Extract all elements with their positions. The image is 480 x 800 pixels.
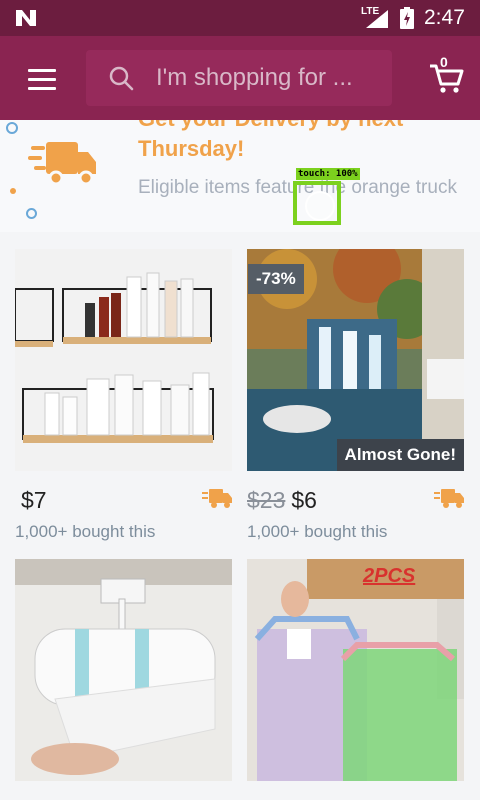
hamburger-menu-icon[interactable] bbox=[28, 69, 56, 90]
discount-badge: -73% bbox=[248, 264, 304, 294]
status-bar: LTE 2:47 bbox=[0, 0, 480, 36]
android-n-icon bbox=[16, 10, 36, 26]
product-image bbox=[15, 559, 232, 781]
fast-shipping-truck-icon bbox=[434, 489, 464, 508]
product-image: -73% Almost Gone! bbox=[247, 249, 464, 471]
app-bar: 0 bbox=[0, 36, 480, 120]
confetti-dot bbox=[26, 208, 37, 219]
delivery-banner[interactable]: Get your Delivery by next Thursday! Elig… bbox=[0, 120, 480, 232]
signal-icon bbox=[366, 10, 388, 28]
confetti-dot bbox=[10, 188, 16, 194]
search-icon bbox=[109, 66, 134, 91]
fast-shipping-truck-icon bbox=[202, 489, 232, 508]
product-image: 2PCS bbox=[247, 559, 464, 781]
product-image bbox=[15, 249, 232, 471]
bought-count: 1,000+ bought this bbox=[15, 522, 156, 541]
touch-indicator-label: touch: 100% bbox=[296, 168, 360, 180]
clock: 2:47 bbox=[424, 6, 465, 29]
bought-count: 1,000+ bought this bbox=[247, 522, 388, 541]
product-image-caption: 2PCS bbox=[363, 565, 416, 587]
product-price: $23 $6 bbox=[247, 487, 317, 514]
product-old-price: $23 bbox=[247, 487, 286, 513]
cart-count: 0 bbox=[440, 54, 448, 70]
product-current-price: $7 bbox=[21, 487, 47, 513]
cart-button[interactable]: 0 bbox=[426, 54, 466, 96]
touch-indicator bbox=[293, 181, 341, 225]
search-bar[interactable] bbox=[86, 50, 392, 106]
confetti-dot bbox=[6, 122, 18, 134]
search-input[interactable] bbox=[156, 62, 382, 94]
product-price: $7 bbox=[15, 487, 47, 514]
delivery-truck-icon bbox=[28, 142, 96, 186]
product-current-price: $6 bbox=[291, 487, 317, 513]
delivery-headline: Get your Delivery by next Thursday! bbox=[138, 120, 403, 161]
battery-charging-icon bbox=[400, 7, 414, 29]
almost-gone-badge: Almost Gone! bbox=[336, 439, 464, 471]
